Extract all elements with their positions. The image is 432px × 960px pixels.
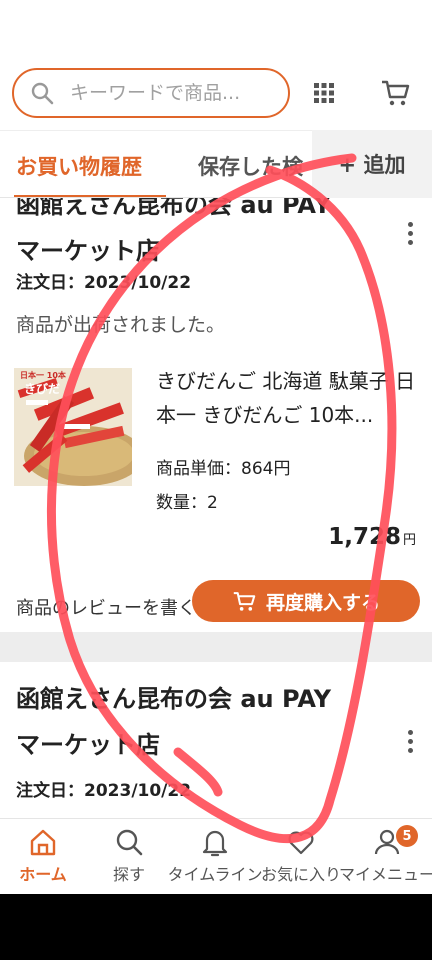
heart-icon [288, 831, 314, 855]
write-review-link[interactable]: 商品のレビューを書く [16, 594, 196, 620]
more-options-icon[interactable] [408, 730, 414, 753]
nav-home[interactable]: ホーム [0, 827, 86, 885]
nav-favorites[interactable]: お気に入り [258, 827, 344, 885]
order-date: 注文日：2023/10/22 [16, 273, 192, 293]
cart-icon [233, 592, 256, 611]
unit-price: 商品単価：864円 [156, 459, 291, 479]
shop-name-line: 函館えさん昆布の会 au PAY [16, 198, 332, 219]
search-input[interactable] [70, 82, 270, 104]
grid-icon[interactable] [309, 78, 339, 108]
shop-name[interactable]: 函館えさん昆布の会 au PAY マーケット店 [16, 676, 386, 768]
nav-label: 探す [112, 865, 145, 884]
nav-search[interactable]: 探す [86, 827, 172, 885]
shipping-status: 商品が出荷されました。 [16, 314, 226, 336]
tab-purchase-history[interactable]: お買い物履歴 [16, 151, 142, 181]
rebuy-button[interactable]: 再度購入する [192, 580, 420, 622]
nav-label: ホーム [19, 865, 67, 884]
order-total: 1,728 円 [328, 524, 416, 550]
shop-name[interactable]: 函館えさん昆布の会 au PAY マーケット店 [16, 198, 386, 274]
thumb-text: きびだ [24, 382, 61, 396]
shop-name-line: 函館えさん昆布の会 au PAY [16, 685, 332, 713]
shop-name-line: マーケット店 [16, 731, 160, 759]
product-thumbnail[interactable]: 日本一 10本 きびだ [14, 368, 132, 486]
order-list: 函館えさん昆布の会 au PAY マーケット店 注文日：2023/10/22 商… [0, 198, 432, 818]
bell-icon [202, 830, 228, 857]
notification-badge: 5 [396, 825, 418, 847]
tab-saved-searches[interactable]: 保存した検 [198, 151, 303, 181]
cart-icon[interactable] [380, 78, 410, 108]
search-bar[interactable] [12, 68, 290, 118]
search-icon [31, 82, 54, 105]
quantity: 数量：2 [156, 493, 218, 513]
header [0, 0, 432, 130]
order-total-value: 1,728 [328, 524, 401, 550]
nav-label: タイムライン [167, 865, 263, 884]
nav-label: お気に入り [260, 865, 341, 884]
rebuy-label: 再度購入する [265, 591, 380, 614]
nav-timeline[interactable]: タイムライン [168, 827, 262, 885]
section-divider [0, 632, 432, 662]
nav-my-menu[interactable]: 5 マイメニュー [339, 825, 432, 885]
order-date: 注文日：2023/10/22 [16, 781, 192, 801]
product-title[interactable]: きびだんご 北海道 駄菓子 日本一 きびだんご 10本... [156, 364, 418, 432]
add-tab-button[interactable]: + 追加 [312, 130, 432, 198]
search-icon [116, 829, 143, 856]
bottom-navigation: ホーム 探す タイムライン お気に入り 5 マイメニュー [0, 818, 432, 894]
currency-label: 円 [402, 533, 416, 548]
home-icon [30, 829, 56, 856]
app-screen: { "search": { "placeholder": "キーワードで商品..… [0, 0, 432, 960]
nav-label: マイメニュー [339, 865, 432, 884]
system-navigation-bar [0, 894, 432, 960]
more-options-icon[interactable] [408, 222, 414, 245]
